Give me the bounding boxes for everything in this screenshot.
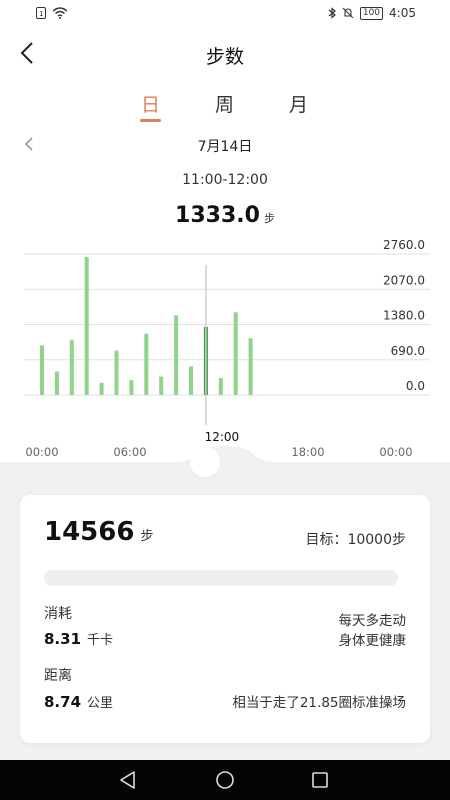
chart-bar[interactable]	[40, 345, 44, 395]
progress-bar	[44, 570, 398, 586]
system-nav-bar	[0, 760, 450, 800]
y-tick-label: 2760.0	[383, 240, 425, 252]
selected-steps-unit: 步	[263, 212, 275, 225]
bluetooth-icon	[328, 7, 336, 19]
chart-bar[interactable]	[174, 315, 179, 395]
distance-note: 相当于走了21.85圈标准操场	[232, 695, 406, 711]
goal-label: 目标：10000步	[305, 532, 406, 548]
distance-value: 8.74	[44, 693, 82, 711]
tab-day[interactable]: 日	[141, 90, 160, 117]
health-note-line2: 身体更健康	[338, 633, 407, 649]
chart-bar[interactable]	[218, 378, 223, 395]
x-tick-label: 00:00	[379, 445, 412, 459]
total-steps-unit: 步	[140, 529, 154, 544]
summary-card: 14566 步 目标：10000步 消耗 8.31 千卡 每天多走动 身体更健康 距…	[20, 495, 430, 743]
x-tick-label: 18:00	[291, 445, 324, 459]
chart-bar[interactable]	[99, 382, 104, 395]
chart-bar[interactable]	[129, 380, 134, 395]
status-time: 4:05	[389, 6, 416, 20]
chart-bar[interactable]	[233, 312, 238, 395]
x-tick-label: 00:00	[25, 445, 58, 459]
chart-bar[interactable]	[114, 350, 119, 395]
period-tabs: 日 周 月	[0, 90, 450, 124]
svg-text:1: 1	[39, 10, 43, 18]
x-tick-label: 06:00	[113, 445, 146, 459]
consumption-label: 消耗	[44, 606, 72, 622]
nav-recents-icon[interactable]	[308, 768, 332, 792]
chart-bar[interactable]	[84, 257, 89, 395]
chart-bar[interactable]	[189, 366, 193, 395]
battery-indicator: 100	[359, 6, 384, 20]
wifi-icon	[52, 7, 68, 19]
total-steps-value: 14566	[44, 517, 135, 547]
status-bar: 1 100 4:05	[0, 0, 450, 28]
chart-bar[interactable]	[54, 371, 59, 396]
tab-month[interactable]: 月	[289, 90, 308, 117]
chart-bar[interactable]	[144, 333, 149, 395]
date-label: 7月14日	[197, 139, 253, 155]
steps-bar-chart[interactable]: 2760.02070.01380.0690.00.012:0000:00 06:0…	[0, 240, 450, 460]
chart-bar[interactable]	[69, 339, 74, 395]
date-row: 7月14日	[0, 134, 450, 156]
health-note: 每天多走动 身体更健康	[339, 611, 407, 651]
nav-home-icon[interactable]	[213, 768, 237, 792]
chart-bar[interactable]	[248, 338, 253, 395]
chart-scrubber-handle[interactable]	[175, 440, 275, 480]
consumption-unit: 千卡	[87, 633, 114, 648]
distance-unit: 公里	[87, 696, 114, 711]
header: 步数	[0, 36, 450, 72]
active-tab-indicator	[140, 119, 161, 122]
mute-icon	[342, 7, 354, 19]
y-tick-label: 690.0	[391, 344, 425, 358]
tab-week[interactable]: 周	[215, 90, 234, 117]
selected-steps: 1333.0 步	[0, 203, 450, 228]
distance-value-row: 8.74 公里	[44, 692, 113, 711]
y-tick-label: 0.0	[406, 379, 425, 393]
selected-steps-value: 1333.0	[175, 203, 260, 228]
distance-label: 距离	[44, 668, 72, 684]
consumption-value-row: 8.31 千卡	[44, 629, 113, 648]
y-tick-label: 2070.0	[383, 273, 425, 287]
chart-bar[interactable]	[159, 376, 164, 395]
sim-icon: 1	[36, 7, 46, 19]
y-tick-label: 1380.0	[383, 309, 425, 323]
nav-back-icon[interactable]	[116, 768, 140, 792]
time-range: 11:00-12:00	[182, 172, 268, 188]
page-title: 步数	[205, 46, 244, 68]
health-note-line1: 每天多走动	[338, 613, 407, 629]
consumption-value: 8.31	[44, 630, 82, 648]
total-steps: 14566 步	[44, 517, 153, 547]
